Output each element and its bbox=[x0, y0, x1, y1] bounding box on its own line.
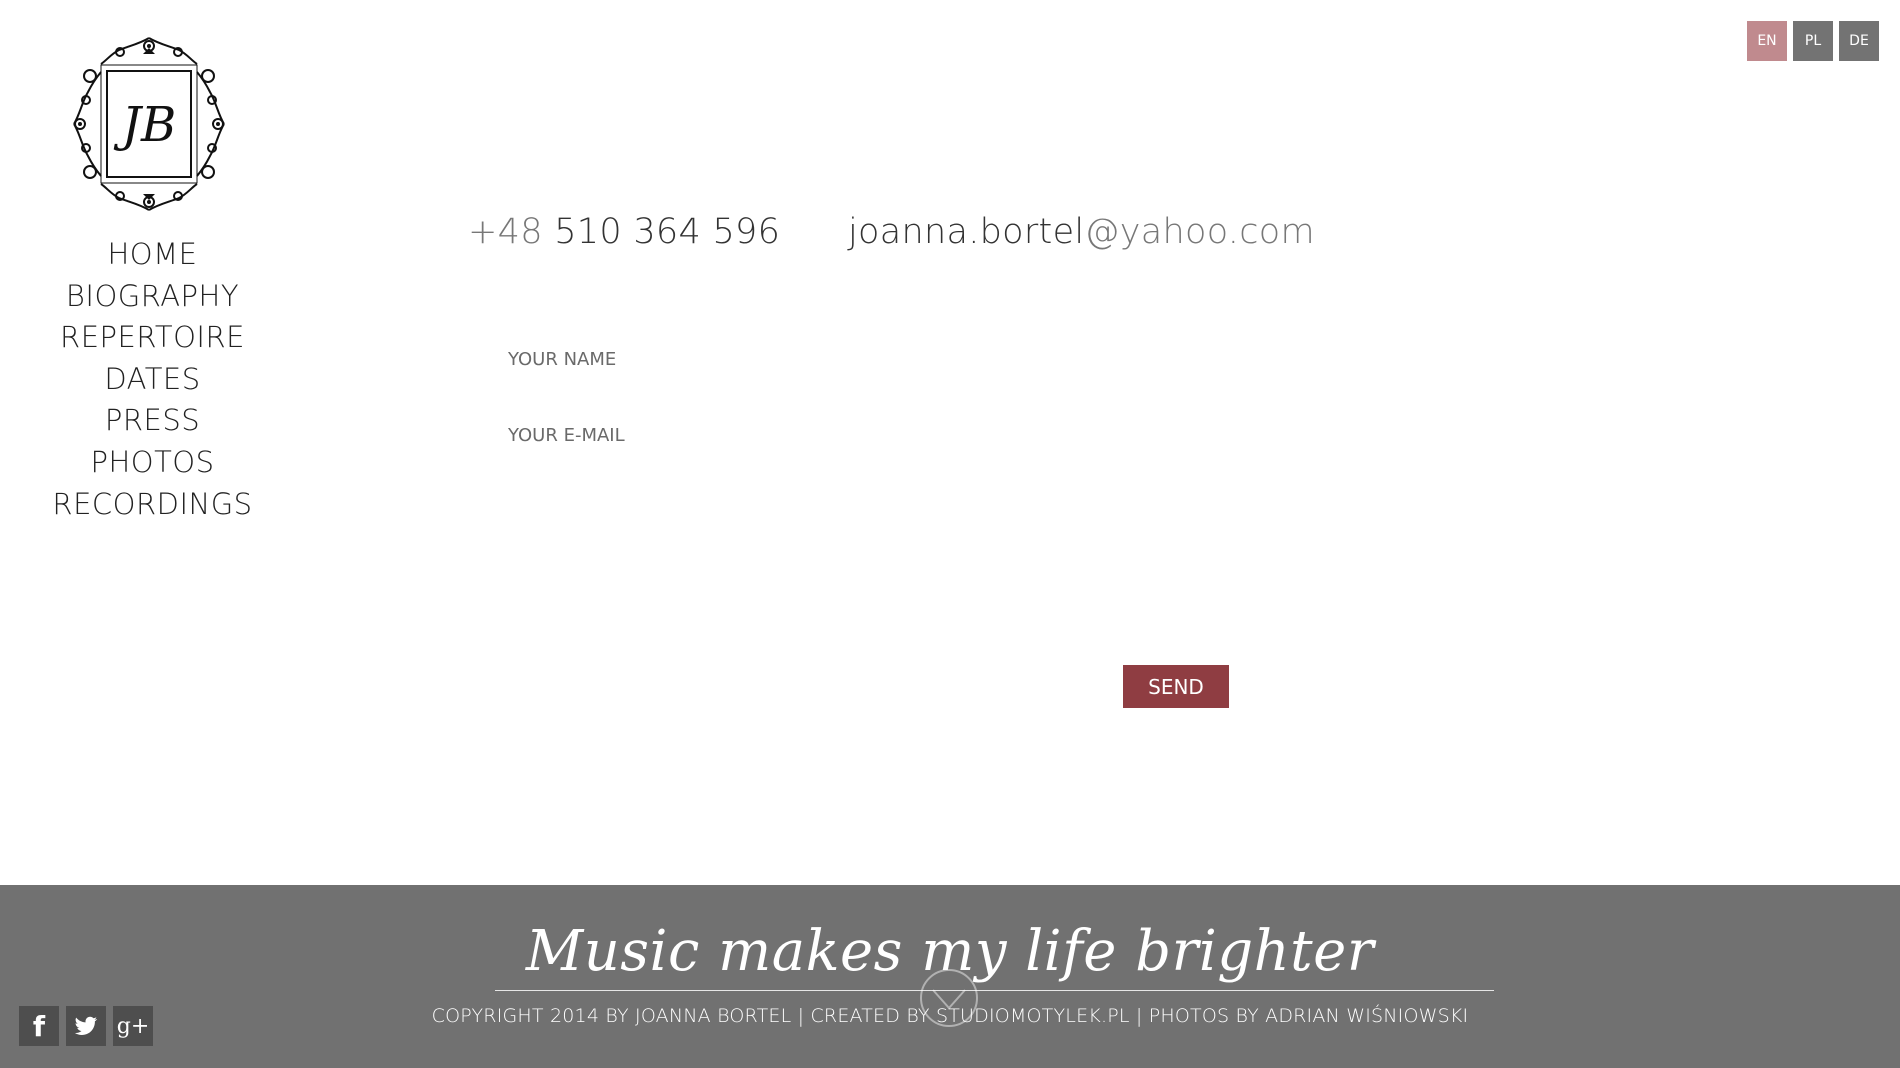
footer: Music makes my life brighter COPYRIGHT 2… bbox=[0, 885, 1900, 1068]
nav-item-home[interactable]: HOME bbox=[40, 234, 265, 276]
scroll-down-icon[interactable] bbox=[919, 968, 979, 1028]
nav-item-recordings[interactable]: RECORDINGS bbox=[40, 484, 265, 526]
nav-item-biography[interactable]: BIOGRAPHY bbox=[40, 276, 265, 318]
language-switcher: EN PL DE bbox=[1747, 21, 1879, 61]
nav-item-press[interactable]: PRESS bbox=[40, 400, 265, 442]
email-input[interactable] bbox=[508, 415, 1228, 455]
logo-monogram: JB bbox=[113, 97, 177, 153]
lang-pl-button[interactable]: PL bbox=[1793, 21, 1833, 61]
social-links: f g+ bbox=[19, 1006, 153, 1046]
nav-item-photos[interactable]: PHOTOS bbox=[40, 442, 265, 484]
message-textarea[interactable] bbox=[508, 470, 1232, 654]
logo-icon: JB bbox=[73, 37, 225, 211]
phone-digits: 510 364 596 bbox=[554, 212, 781, 252]
email-user: joanna.bortel bbox=[848, 212, 1085, 252]
lang-de-button[interactable]: DE bbox=[1839, 21, 1879, 61]
main-nav: HOME BIOGRAPHY REPERTOIRE DATES PRESS PH… bbox=[40, 234, 265, 525]
google-plus-icon[interactable]: g+ bbox=[113, 1006, 153, 1046]
email-domain: @yahoo.com bbox=[1084, 212, 1315, 252]
phone-prefix: +48 bbox=[468, 212, 543, 252]
lang-en-button[interactable]: EN bbox=[1747, 21, 1787, 61]
name-input[interactable] bbox=[508, 339, 1228, 379]
nav-item-dates[interactable]: DATES bbox=[40, 359, 265, 401]
footer-divider bbox=[495, 990, 1494, 991]
logo[interactable]: JB bbox=[70, 36, 228, 212]
send-button[interactable]: SEND bbox=[1123, 665, 1229, 708]
nav-item-repertoire[interactable]: REPERTOIRE bbox=[40, 317, 265, 359]
email-address[interactable]: joanna.bortel@yahoo.com bbox=[848, 212, 1315, 252]
facebook-icon[interactable]: f bbox=[19, 1006, 59, 1046]
phone-number[interactable]: +48 510 364 596 bbox=[468, 212, 780, 252]
twitter-icon[interactable] bbox=[66, 1006, 106, 1046]
